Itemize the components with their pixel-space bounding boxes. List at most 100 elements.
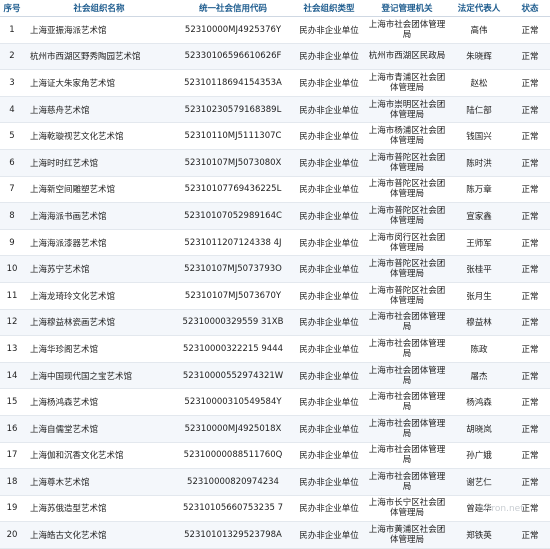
cell-num: 16 <box>0 415 24 443</box>
cell-code: 52310101329523798A <box>174 521 292 549</box>
cell-name: 上海尊木艺术馆 <box>24 468 174 496</box>
cell-name: 上海中国现代国之宝艺术馆 <box>24 362 174 390</box>
cell-rep: 陆仁部 <box>448 96 510 124</box>
cell-authority: 上海市普陀区社会团体管理局 <box>366 176 448 204</box>
cell-rep: 高伟 <box>448 16 510 44</box>
table-row: 18 上海尊木艺术馆 52310000820974234 民办非企业单位 上海市社会团体… <box>0 468 550 496</box>
cell-authority: 上海市社会团体管理局 <box>366 415 448 443</box>
cell-code: 52310107052989164C <box>174 202 292 230</box>
cell-type: 民办非企业单位 <box>292 468 366 496</box>
cell-rep: 钱国兴 <box>448 122 510 150</box>
cell-num: 1 <box>0 16 24 44</box>
cell-status: 正常 <box>510 282 550 310</box>
cell-name: 上海杨鸿森艺术馆 <box>24 388 174 416</box>
cell-num: 9 <box>0 229 24 257</box>
header-type: 社会组织类型 <box>292 0 366 17</box>
table-row: 2 杭州市西湖区野秀陶园艺术馆 52330106596610626F 民办非企业单位杭… <box>0 43 550 71</box>
cell-type: 民办非企业单位 <box>292 149 366 177</box>
cell-name: 上海时时红艺术馆 <box>24 149 174 177</box>
table-row: 5 上海乾璇视艺文化艺术馆 52310110MJ5111307C 民办非企业单位 上海市… <box>0 122 550 150</box>
cell-num: 6 <box>0 149 24 177</box>
cell-authority: 杭州市西湖区民政局 <box>366 43 448 71</box>
cell-status: 正常 <box>510 96 550 124</box>
header-authority: 登记管理机关 <box>366 0 448 17</box>
cell-rep: 赵松 <box>448 69 510 97</box>
cell-authority: 上海市社会团体管理局 <box>366 362 448 390</box>
cell-num: 3 <box>0 69 24 97</box>
cell-rep: 郑铁英 <box>448 521 510 549</box>
cell-authority: 上海市普陀区社会团体管理局 <box>366 149 448 177</box>
header-rep: 法定代表人 <box>448 0 510 17</box>
cell-type: 民办非企业单位 <box>292 202 366 230</box>
cell-status: 正常 <box>510 176 550 204</box>
cell-num: 20 <box>0 521 24 549</box>
cell-status: 正常 <box>510 362 550 390</box>
cell-name: 杭州市西湖区野秀陶园艺术馆 <box>24 43 174 71</box>
cell-code: 52310110MJ5111307C <box>174 122 292 150</box>
cell-rep: 杨鸿森 <box>448 388 510 416</box>
cell-type: 民办非企业单位 <box>292 122 366 150</box>
cell-status: 正常 <box>510 43 550 71</box>
cell-code: 52310107MJ5073670Y <box>174 282 292 310</box>
cell-num: 19 <box>0 495 24 523</box>
cell-num: 15 <box>0 388 24 416</box>
organization-table: 序号 社会组织名称 统一社会信用代码 社会组织类型 登记管理机关 法定代表人 状… <box>0 0 550 549</box>
cell-authority: 上海市社会团体管理局 <box>366 388 448 416</box>
header-status: 状态 <box>510 0 550 17</box>
cell-type: 民办非企业单位 <box>292 43 366 71</box>
cell-status: 正常 <box>510 442 550 470</box>
cell-status: 正常 <box>510 255 550 283</box>
cell-status: 正常 <box>510 202 550 230</box>
table-row: 10 上海苏宁艺术馆 52310107MJ5073793O 民办非企业单位 上海市普陀区… <box>0 255 550 283</box>
table-row: 17 上海伽和沉香文化艺术馆 52310000088511760Q 民办非企业单位 上海… <box>0 442 550 470</box>
cell-name: 上海苏俄造型艺术馆 <box>24 495 174 523</box>
cell-type: 民办非企业单位 <box>292 255 366 283</box>
cell-authority: 上海市杨浦区社会团体管理局 <box>366 122 448 150</box>
cell-code: 52310107769436225L <box>174 176 292 204</box>
cell-num: 12 <box>0 309 24 337</box>
cell-name: 上海证大朱家角艺术馆 <box>24 69 174 97</box>
cell-rep: 朱晓辉 <box>448 43 510 71</box>
table-row: 1 上海亚振海派艺术馆 52310000MJ4925376Y 民办非企业单位 上海市社会… <box>0 16 550 44</box>
cell-authority: 上海市社会团体管理局 <box>366 468 448 496</box>
cell-rep: 宣家鑫 <box>448 202 510 230</box>
cell-rep: 谢艺仁 <box>448 468 510 496</box>
cell-num: 7 <box>0 176 24 204</box>
cell-num: 2 <box>0 43 24 71</box>
cell-code: 52310000329559 31XB <box>174 309 292 337</box>
cell-num: 8 <box>0 202 24 230</box>
table-row: 8 上海海派书画艺术馆 52310107052989164C 民办非企业单位 上海市普陀… <box>0 202 550 230</box>
cell-authority: 上海市普陀区社会团体管理局 <box>366 255 448 283</box>
header-name: 社会组织名称 <box>24 0 174 17</box>
cell-type: 民办非企业单位 <box>292 282 366 310</box>
cell-num: 10 <box>0 255 24 283</box>
cell-type: 民办非企业单位 <box>292 69 366 97</box>
cell-num: 11 <box>0 282 24 310</box>
cell-type: 民办非企业单位 <box>292 415 366 443</box>
cell-name: 上海苏宁艺术馆 <box>24 255 174 283</box>
table-row: 14 上海中国现代国之宝艺术馆 52310000552974321W 民办非企业单位上… <box>0 362 550 390</box>
cell-name: 上海伽和沉香文化艺术馆 <box>24 442 174 470</box>
cell-name: 上海穆益林瓷画艺术馆 <box>24 309 174 337</box>
cell-name: 上海新空间雕塑艺术馆 <box>24 176 174 204</box>
cell-name: 上海皓古文化艺术馆 <box>24 521 174 549</box>
cell-code: 52310118694154353A <box>174 69 292 97</box>
cell-type: 民办非企业单位 <box>292 442 366 470</box>
cell-type: 民办非企业单位 <box>292 96 366 124</box>
cell-name: 上海华珍阁艺术馆 <box>24 335 174 363</box>
cell-authority: 上海市黄浦区社会团体管理局 <box>366 521 448 549</box>
cell-rep: 王师军 <box>448 229 510 257</box>
cell-code: 52310107MJ5073793O <box>174 255 292 283</box>
cell-name: 上海海派书画艺术馆 <box>24 202 174 230</box>
cell-type: 民办非企业单位 <box>292 229 366 257</box>
cell-authority: 上海市普陀区社会团体管理局 <box>366 282 448 310</box>
cell-authority: 上海市青浦区社会团体管理局 <box>366 69 448 97</box>
cell-num: 17 <box>0 442 24 470</box>
table-row: 13 上海华珍阁艺术馆 52310000322215 9444 民办非企业单位 上海市社… <box>0 335 550 363</box>
cell-rep: 穆益林 <box>448 309 510 337</box>
cell-rep: 屠杰 <box>448 362 510 390</box>
cell-rep: 陈万章 <box>448 176 510 204</box>
cell-rep: 张桂平 <box>448 255 510 283</box>
cell-num: 14 <box>0 362 24 390</box>
cell-code: 52310000088511760Q <box>174 442 292 470</box>
